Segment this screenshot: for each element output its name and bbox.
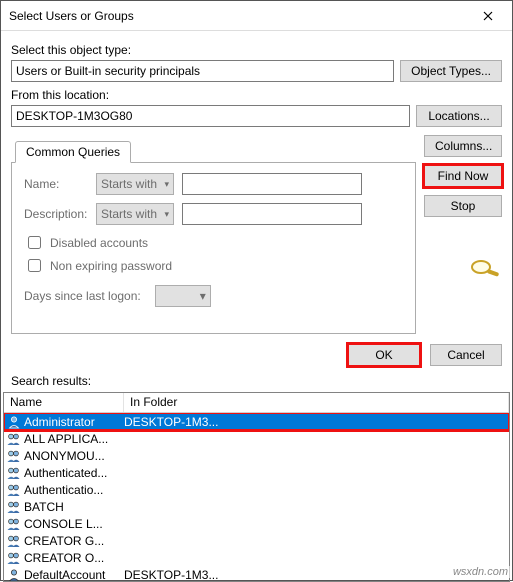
row-name: CREATOR O... (24, 551, 124, 565)
non-expiring-password-checkbox[interactable] (28, 259, 41, 272)
tab-strip: Common Queries (11, 141, 416, 163)
results-grid[interactable]: Name In Folder AdministratorDESKTOP-1M3.… (3, 392, 510, 582)
close-icon (483, 11, 493, 21)
object-type-field[interactable] (11, 60, 394, 82)
row-name: DefaultAccount (24, 568, 124, 582)
locations-button[interactable]: Locations... (416, 105, 502, 127)
description-filter-input[interactable] (182, 203, 362, 225)
disabled-accounts-checkbox[interactable] (28, 236, 41, 249)
table-row[interactable]: ALL APPLICA... (4, 430, 509, 447)
magnifier-icon (468, 257, 502, 279)
chevron-down-icon: ▾ (164, 179, 169, 190)
close-button[interactable] (466, 2, 510, 30)
group-icon (6, 482, 22, 498)
row-name: Authenticated... (24, 466, 124, 480)
group-icon (6, 431, 22, 447)
row-name: ALL APPLICA... (24, 432, 124, 446)
group-icon (6, 448, 22, 464)
non-expiring-password-check[interactable]: Non expiring password (24, 256, 403, 275)
group-icon (6, 516, 22, 532)
group-icon (6, 465, 22, 481)
disabled-accounts-check[interactable]: Disabled accounts (24, 233, 403, 252)
ok-button[interactable]: OK (348, 344, 420, 366)
row-name: ANONYMOU... (24, 449, 124, 463)
name-mode-combo[interactable]: Starts with ▾ (96, 173, 174, 195)
column-name[interactable]: Name (4, 393, 124, 412)
days-since-logon-combo[interactable]: ▾ (155, 285, 211, 307)
row-name: CREATOR G... (24, 534, 124, 548)
columns-button[interactable]: Columns... (424, 135, 502, 157)
table-row[interactable]: BATCH (4, 498, 509, 515)
row-folder: DESKTOP-1M3... (124, 415, 509, 429)
location-field[interactable] (11, 105, 410, 127)
table-row[interactable]: Authenticated... (4, 464, 509, 481)
group-icon (6, 499, 22, 515)
object-types-button[interactable]: Object Types... (400, 60, 502, 82)
stop-button[interactable]: Stop (424, 195, 502, 217)
days-since-logon-label: Days since last logon: (24, 289, 141, 303)
table-row[interactable]: Authenticatio... (4, 481, 509, 498)
table-row[interactable]: CREATOR G... (4, 532, 509, 549)
description-filter-label: Description: (24, 207, 88, 221)
table-row[interactable]: DefaultAccountDESKTOP-1M3... (4, 566, 509, 582)
name-filter-label: Name: (24, 177, 88, 191)
row-name: CONSOLE L... (24, 517, 124, 531)
row-name: Administrator (24, 415, 124, 429)
column-folder[interactable]: In Folder (124, 393, 509, 412)
group-icon (6, 533, 22, 549)
window-title: Select Users or Groups (9, 9, 466, 23)
name-filter-input[interactable] (182, 173, 362, 195)
chevron-down-icon: ▾ (200, 289, 206, 303)
group-icon (6, 550, 22, 566)
title-bar: Select Users or Groups (1, 1, 512, 31)
grid-header[interactable]: Name In Folder (4, 393, 509, 413)
find-now-button[interactable]: Find Now (424, 165, 502, 187)
row-name: Authenticatio... (24, 483, 124, 497)
table-row[interactable]: CONSOLE L... (4, 515, 509, 532)
common-queries-panel: Name: Starts with ▾ Description: Starts … (11, 162, 416, 334)
tab-common-queries[interactable]: Common Queries (15, 141, 131, 163)
row-name: BATCH (24, 500, 124, 514)
table-row[interactable]: CREATOR O... (4, 549, 509, 566)
search-results-label: Search results: (1, 370, 512, 392)
user-icon (6, 567, 22, 582)
watermark: wsxdn.com (451, 566, 510, 578)
table-row[interactable]: AdministratorDESKTOP-1M3... (4, 413, 509, 430)
location-label: From this location: (11, 88, 502, 102)
object-type-label: Select this object type: (11, 43, 502, 57)
cancel-button[interactable]: Cancel (430, 344, 502, 366)
chevron-down-icon: ▾ (164, 209, 169, 220)
table-row[interactable]: ANONYMOU... (4, 447, 509, 464)
description-mode-combo[interactable]: Starts with ▾ (96, 203, 174, 225)
user-icon (6, 414, 22, 430)
